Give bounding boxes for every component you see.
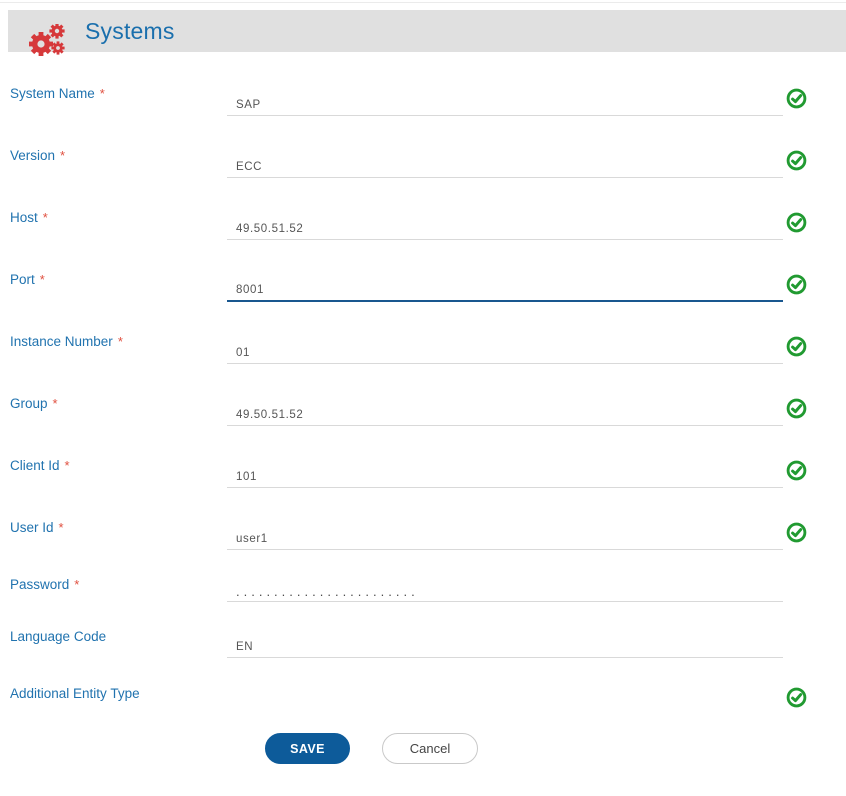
page-header: Systems xyxy=(8,10,846,56)
user-id-input[interactable] xyxy=(227,529,783,550)
user-id-label: User Id * xyxy=(10,520,64,535)
check-circle-icon xyxy=(786,150,807,176)
group-label: Group * xyxy=(10,396,58,411)
check-circle-icon xyxy=(786,336,807,362)
required-asterisk: * xyxy=(64,458,70,473)
port-input[interactable] xyxy=(227,280,783,302)
password-input[interactable] xyxy=(227,581,783,602)
port-label: Port * xyxy=(10,272,45,287)
version-input[interactable] xyxy=(227,157,783,178)
group-input[interactable] xyxy=(227,405,783,426)
check-circle-icon xyxy=(786,687,807,713)
systems-form-page: Systems System Name* Version* Host* Port… xyxy=(0,0,846,796)
check-circle-icon xyxy=(786,88,807,114)
page-title: Systems xyxy=(85,18,175,44)
cancel-button[interactable]: Cancel xyxy=(382,733,478,764)
save-button[interactable]: SAVE xyxy=(265,733,350,764)
host-label: Host * xyxy=(10,210,48,225)
instance-number-label: Instance Number * xyxy=(10,334,123,349)
additional-entity-type-label: Additional Entity Type xyxy=(10,686,140,701)
required-asterisk: * xyxy=(99,86,105,101)
instance-number-input[interactable] xyxy=(227,343,783,364)
language-code-input[interactable] xyxy=(227,637,783,658)
required-asterisk: * xyxy=(42,210,48,225)
password-label: Password * xyxy=(10,577,80,592)
version-label: Version * xyxy=(10,148,66,163)
required-asterisk: * xyxy=(117,334,123,349)
language-code-label: Language Code xyxy=(10,629,107,644)
system-name-input[interactable] xyxy=(227,95,783,116)
system-name-label: System Name * xyxy=(10,86,105,101)
client-id-input[interactable] xyxy=(227,467,783,488)
required-asterisk: * xyxy=(58,520,64,535)
top-divider xyxy=(0,2,846,3)
check-circle-icon xyxy=(786,274,807,300)
required-asterisk: * xyxy=(52,396,58,411)
check-circle-icon xyxy=(786,398,807,424)
check-circle-icon xyxy=(786,212,807,238)
required-asterisk: * xyxy=(74,577,80,592)
gears-icon xyxy=(27,23,67,63)
host-input[interactable] xyxy=(227,219,783,240)
check-circle-icon xyxy=(786,522,807,548)
client-id-label: Client Id * xyxy=(10,458,70,473)
check-circle-icon xyxy=(786,460,807,486)
required-asterisk: * xyxy=(39,272,45,287)
required-asterisk: * xyxy=(60,148,66,163)
